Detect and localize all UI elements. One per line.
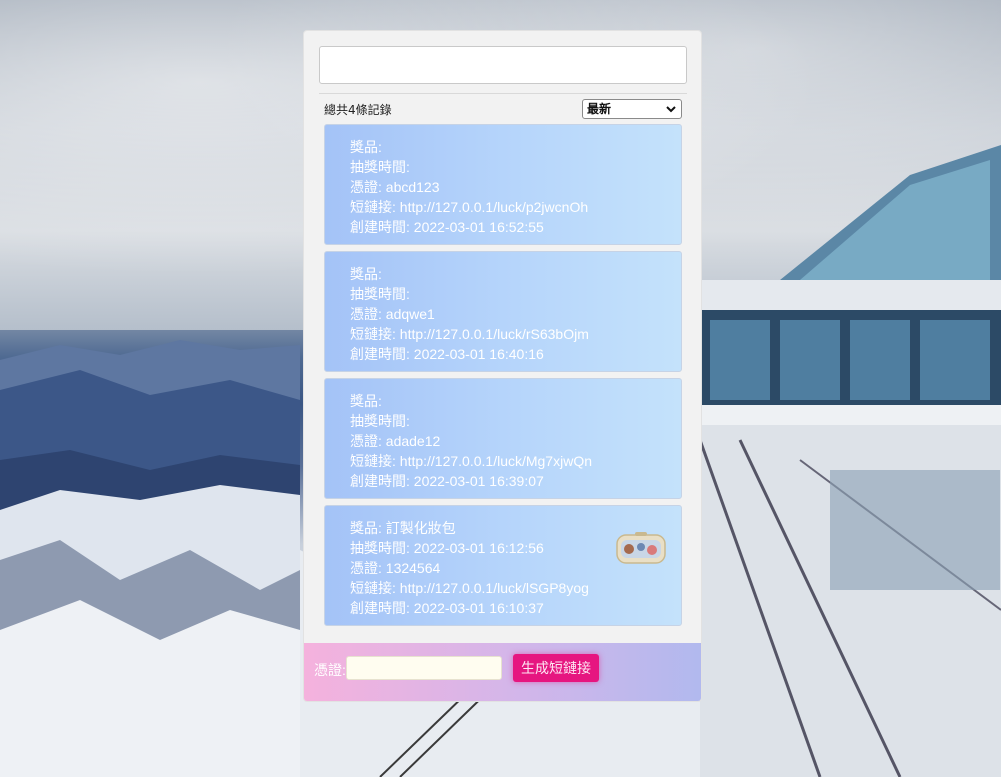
voucher-row: 憑證: adqwe1 xyxy=(350,304,681,324)
sort-selected-label: 最新 xyxy=(587,102,612,116)
short-link-row: 短鏈接: http://127.0.0.1/luck/Mg7xjwQn xyxy=(350,451,681,471)
created-value: 2022-03-01 16:52:55 xyxy=(413,219,544,235)
voucher-value: 1324564 xyxy=(385,560,441,576)
voucher-label: 憑證: xyxy=(350,179,382,195)
created-value: 2022-03-01 16:10:37 xyxy=(413,600,544,616)
chevron-down-icon xyxy=(666,106,676,113)
record-count: 總共4條記錄 xyxy=(324,103,392,117)
prize-label: 獎品: xyxy=(350,139,382,155)
voucher-value: adqwe1 xyxy=(385,306,435,322)
draw-time-label: 抽獎時間: xyxy=(350,159,410,175)
draw-time-label: 抽獎時間: xyxy=(350,540,410,556)
generate-bar: 憑證: 生成短鏈接 xyxy=(304,643,701,701)
created-value: 2022-03-01 16:39:07 xyxy=(413,473,544,489)
created-value: 2022-03-01 16:40:16 xyxy=(413,346,544,362)
record-card[interactable]: 獎品: 訂製化妝包 抽獎時間: 2022-03-01 16:12:56 憑證: … xyxy=(324,505,682,626)
created-label: 創建時間: xyxy=(350,219,410,235)
created-label: 創建時間: xyxy=(350,600,410,616)
short-link-value[interactable]: http://127.0.0.1/luck/Mg7xjwQn xyxy=(400,453,592,469)
draw-time-value: 2022-03-01 16:12:56 xyxy=(413,540,544,556)
record-card[interactable]: 獎品: 抽獎時間: 憑證: abcd123 短鏈接: http://127.0.… xyxy=(324,124,682,245)
voucher-row: 憑證: adade12 xyxy=(350,431,681,451)
created-row: 創建時間: 2022-03-01 16:10:37 xyxy=(350,598,681,618)
generate-link-button[interactable]: 生成短鏈接 xyxy=(513,654,599,682)
short-link-label: 短鏈接: xyxy=(350,326,396,342)
created-row: 創建時間: 2022-03-01 16:39:07 xyxy=(350,471,681,491)
short-link-value[interactable]: http://127.0.0.1/luck/rS63bOjm xyxy=(400,326,589,342)
short-link-value[interactable]: http://127.0.0.1/luck/lSGP8yog xyxy=(400,580,589,596)
short-link-row: 短鏈接: http://127.0.0.1/luck/rS63bOjm xyxy=(350,324,681,344)
voucher-label: 憑證: xyxy=(350,560,382,576)
voucher-row: 憑證: abcd123 xyxy=(350,177,681,197)
short-link-row: 短鏈接: http://127.0.0.1/luck/lSGP8yog xyxy=(350,578,681,598)
sort-select[interactable]: 最新 xyxy=(582,99,682,119)
voucher-value: abcd123 xyxy=(385,179,440,195)
short-link-label: 短鏈接: xyxy=(350,199,396,215)
prize-image xyxy=(616,532,666,564)
voucher-value: adade12 xyxy=(385,433,441,449)
draw-time-label: 抽獎時間: xyxy=(350,413,410,429)
voucher-label: 憑證: xyxy=(350,306,382,322)
draw-time-label: 抽獎時間: xyxy=(350,286,410,302)
prize-row: 獎品: xyxy=(350,264,681,284)
prize-label: 獎品: xyxy=(350,266,382,282)
short-link-row: 短鏈接: http://127.0.0.1/luck/p2jwcnOh xyxy=(350,197,681,217)
short-link-label: 短鏈接: xyxy=(350,453,396,469)
voucher-label: 憑證: xyxy=(350,433,382,449)
draw-time-row: 抽獎時間: xyxy=(350,284,681,304)
background-building xyxy=(700,145,1001,777)
created-label: 創建時間: xyxy=(350,473,410,489)
divider xyxy=(319,93,687,94)
draw-time-row: 抽獎時間: xyxy=(350,157,681,177)
draw-time-row: 抽獎時間: xyxy=(350,411,681,431)
record-card[interactable]: 獎品: 抽獎時間: 憑證: adqwe1 短鏈接: http://127.0.0… xyxy=(324,251,682,372)
prize-value: 訂製化妝包 xyxy=(385,520,456,536)
prize-row: 獎品: xyxy=(350,137,681,157)
record-list: 獎品: 抽獎時間: 憑證: abcd123 短鏈接: http://127.0.… xyxy=(324,124,682,632)
voucher-input-label: 憑證: xyxy=(314,662,346,678)
short-link-value[interactable]: http://127.0.0.1/luck/p2jwcnOh xyxy=(400,199,588,215)
prize-row: 獎品: xyxy=(350,391,681,411)
prize-label: 獎品: xyxy=(350,393,382,409)
voucher-input[interactable] xyxy=(346,656,502,680)
prize-label: 獎品: xyxy=(350,520,382,536)
created-row: 創建時間: 2022-03-01 16:52:55 xyxy=(350,217,681,237)
voucher-panel: 總共4條記錄 最新 獎品: 抽獎時間: 憑證: abcd123 短鏈接: htt… xyxy=(303,30,702,702)
search-input[interactable] xyxy=(319,46,687,84)
created-row: 創建時間: 2022-03-01 16:40:16 xyxy=(350,344,681,364)
created-label: 創建時間: xyxy=(350,346,410,362)
record-card[interactable]: 獎品: 抽獎時間: 憑證: adade12 短鏈接: http://127.0.… xyxy=(324,378,682,499)
short-link-label: 短鏈接: xyxy=(350,580,396,596)
